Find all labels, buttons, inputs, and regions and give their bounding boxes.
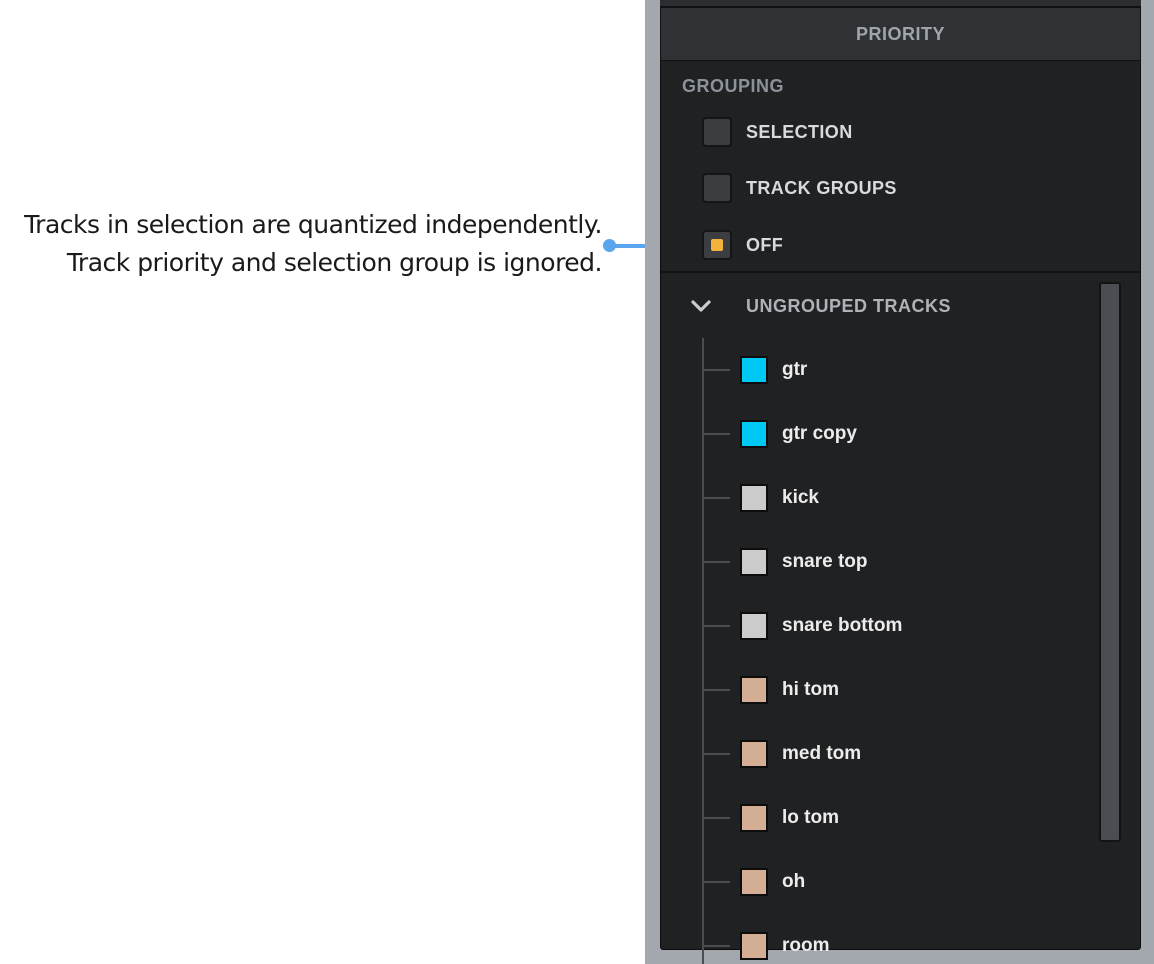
- selection-checkbox[interactable]: [702, 117, 732, 147]
- track-row[interactable]: med tom: [702, 739, 861, 769]
- track-name: med tom: [782, 743, 862, 764]
- panel-top-strip: [660, 0, 1141, 7]
- grouping-section-label: GROUPING: [682, 76, 785, 96]
- ungrouped-tracks-header[interactable]: UNGROUPED TRACKS: [690, 292, 951, 320]
- track-color-swatch[interactable]: [740, 804, 768, 832]
- option-label: TRACK GROUPS: [746, 177, 897, 198]
- track-name: snare top: [782, 551, 868, 572]
- tree-branch: [702, 945, 730, 947]
- section-divider: [661, 271, 1140, 273]
- priority-header-button[interactable]: PRIORITY: [660, 7, 1141, 61]
- option-selection[interactable]: SELECTION: [702, 116, 853, 148]
- group-label: UNGROUPED TRACKS: [746, 295, 952, 316]
- option-track-groups[interactable]: TRACK GROUPS: [702, 172, 897, 204]
- track-name: lo tom: [782, 807, 839, 828]
- option-label: SELECTION: [746, 121, 853, 142]
- tree-branch: [702, 817, 730, 819]
- track-name: gtr: [782, 359, 808, 380]
- tree-branch: [702, 369, 730, 371]
- track-row[interactable]: oh: [702, 867, 805, 897]
- track-color-swatch[interactable]: [740, 612, 768, 640]
- track-row[interactable]: snare bottom: [702, 611, 902, 641]
- track-row[interactable]: kick: [702, 483, 819, 513]
- track-color-swatch[interactable]: [740, 420, 768, 448]
- annotation-line-2: Track priority and selection group is ig…: [66, 248, 603, 277]
- track-color-swatch[interactable]: [740, 484, 768, 512]
- track-color-swatch[interactable]: [740, 740, 768, 768]
- track-color-swatch[interactable]: [740, 932, 768, 960]
- track-row[interactable]: hi tom: [702, 675, 839, 705]
- track-color-swatch[interactable]: [740, 548, 768, 576]
- tree-branch: [702, 433, 730, 435]
- track-name: room: [782, 935, 830, 956]
- off-checkbox[interactable]: [702, 230, 732, 260]
- track-name: gtr copy: [782, 423, 857, 444]
- tree-branch: [702, 753, 730, 755]
- track-name: hi tom: [782, 679, 839, 700]
- track-color-swatch[interactable]: [740, 356, 768, 384]
- tree-branch: [702, 497, 730, 499]
- tree-branch: [702, 625, 730, 627]
- track-name: kick: [782, 487, 819, 508]
- track-groups-checkbox[interactable]: [702, 173, 732, 203]
- annotation-text: Tracks in selection are quantized indepe…: [0, 206, 602, 282]
- track-row[interactable]: gtr copy: [702, 419, 857, 449]
- tree-branch: [702, 561, 730, 563]
- track-color-swatch[interactable]: [740, 676, 768, 704]
- checked-indicator: [711, 239, 723, 251]
- track-row[interactable]: snare top: [702, 547, 868, 577]
- chevron-down-icon[interactable]: [690, 295, 712, 317]
- track-color-swatch[interactable]: [740, 868, 768, 896]
- tree-branch: [702, 689, 730, 691]
- track-row[interactable]: gtr: [702, 355, 807, 385]
- track-row[interactable]: room: [702, 931, 830, 961]
- tree-branch: [702, 881, 730, 883]
- option-label: OFF: [746, 234, 784, 255]
- track-name: oh: [782, 871, 806, 892]
- annotation-line-1: Tracks in selection are quantized indepe…: [24, 210, 602, 239]
- track-row[interactable]: lo tom: [702, 803, 839, 833]
- track-name: snare bottom: [782, 615, 903, 636]
- track-list-scrollbar[interactable]: [1099, 282, 1121, 842]
- option-off[interactable]: OFF: [702, 229, 783, 261]
- priority-header-label: PRIORITY: [855, 23, 945, 44]
